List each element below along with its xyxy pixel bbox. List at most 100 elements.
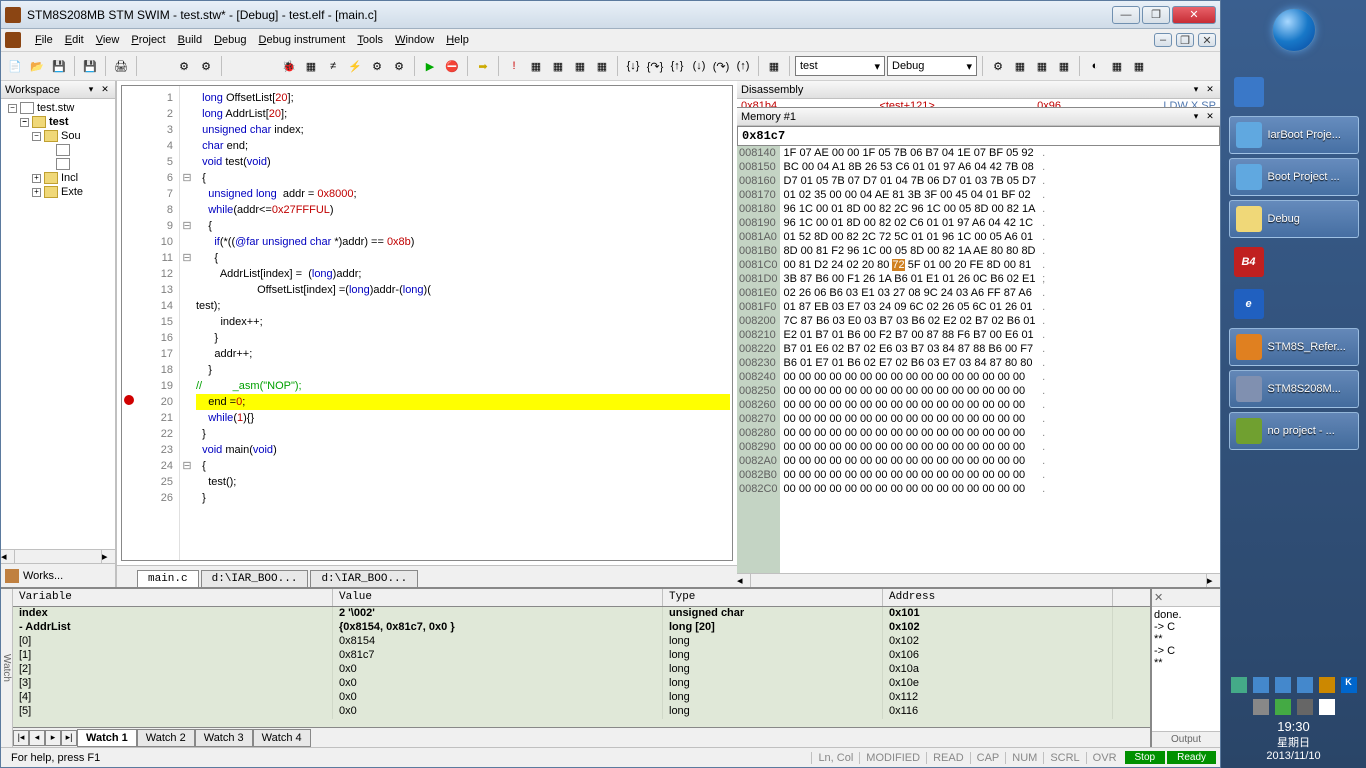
watch-header[interactable]: Value	[333, 589, 663, 606]
run-button[interactable]: ▶	[420, 56, 440, 76]
menu-build[interactable]: Build	[172, 32, 208, 48]
tray-icon[interactable]	[1319, 699, 1335, 715]
code-editor[interactable]: 1234567891011121314151617181920212223242…	[121, 85, 733, 561]
output-close-icon[interactable]: ✕	[1154, 591, 1163, 604]
panel-dropdown-icon[interactable]: ▾	[85, 84, 97, 96]
tray-icon[interactable]	[1297, 677, 1313, 693]
workspace-tab[interactable]: Works...	[1, 563, 115, 587]
new-button[interactable]: 📄	[5, 56, 25, 76]
tree-item[interactable]	[3, 143, 113, 157]
scroll-left-icon[interactable]: ◂	[737, 574, 751, 587]
menu-debug-instrument[interactable]: Debug instrument	[253, 32, 352, 48]
step-over-button[interactable]: {↷}	[645, 56, 665, 76]
tray-icon[interactable]	[1231, 677, 1247, 693]
rebuild-button[interactable]: ⚙	[196, 56, 216, 76]
taskbar-item[interactable]: STM8S_Refer...	[1229, 328, 1359, 366]
tree-item[interactable]: −test	[3, 115, 113, 129]
editor-tab[interactable]: d:\IAR_BOO...	[310, 570, 418, 587]
tb-btn-11[interactable]: ⚙	[988, 56, 1008, 76]
clock-date[interactable]: 2013/11/10	[1227, 750, 1360, 762]
tb-btn-7[interactable]: ▦	[548, 56, 568, 76]
watch-header[interactable]: Address	[883, 589, 1113, 606]
taskbar-item[interactable]: IarBoot Proje...	[1229, 116, 1359, 154]
close-button[interactable]: ✕	[1172, 6, 1216, 24]
watch-row[interactable]: [1]0x81c7long0x106	[13, 649, 1150, 663]
taskbar-item[interactable]	[1229, 74, 1269, 110]
tb-btn-1[interactable]: ▦	[301, 56, 321, 76]
tb-btn-13[interactable]: ▦	[1032, 56, 1052, 76]
bp-button[interactable]: !	[504, 56, 524, 76]
continue-button[interactable]: ➡	[473, 56, 493, 76]
tb-btn-9[interactable]: ▦	[592, 56, 612, 76]
taskbar-item[interactable]: Debug	[1229, 200, 1359, 238]
tb-btn-8[interactable]: ▦	[570, 56, 590, 76]
tray-icon[interactable]	[1319, 677, 1335, 693]
menu-file[interactable]: File	[29, 32, 59, 48]
start-orb[interactable]	[1272, 8, 1316, 52]
taskbar-item[interactable]: e	[1229, 286, 1269, 322]
menu-tools[interactable]: Tools	[351, 32, 389, 48]
clock-day[interactable]: 星期日	[1227, 734, 1360, 750]
saveall-button[interactable]: 💾	[80, 56, 100, 76]
watch-row[interactable]: [2]0x0long0x10a	[13, 663, 1150, 677]
watch-row[interactable]: [3]0x0long0x10e	[13, 677, 1150, 691]
save-button[interactable]: 💾	[49, 56, 69, 76]
watch-handle[interactable]: Watch	[1, 589, 13, 747]
tray-icon[interactable]	[1297, 699, 1313, 715]
build-button[interactable]: ⚙	[174, 56, 194, 76]
status-stop-button[interactable]: Stop	[1125, 751, 1166, 764]
watch-nav-prev-icon[interactable]: ◂	[29, 730, 45, 746]
step-asm-over-button[interactable]: (↷)	[711, 56, 731, 76]
workspace-tree[interactable]: −test.stw−test−Sou+Incl+Exte	[1, 99, 115, 549]
menu-view[interactable]: View	[90, 32, 126, 48]
watch-nav-first-icon[interactable]: |◂	[13, 730, 29, 746]
menu-debug[interactable]: Debug	[208, 32, 252, 48]
taskbar-item[interactable]: B4	[1229, 244, 1269, 280]
step-into-button[interactable]: {↓}	[623, 56, 643, 76]
watch-tab[interactable]: Watch 3	[195, 729, 253, 747]
watch-nav-next-icon[interactable]: ▸	[45, 730, 61, 746]
step-out-button[interactable]: {↑}	[667, 56, 687, 76]
tb-btn-6[interactable]: ▦	[526, 56, 546, 76]
mdi-close-button[interactable]: ✕	[1198, 33, 1216, 47]
panel-close-icon[interactable]: ✕	[99, 84, 111, 96]
editor-tab[interactable]: d:\IAR_BOO...	[201, 570, 309, 587]
tb-btn-14[interactable]: ▦	[1054, 56, 1074, 76]
scroll-right-icon[interactable]: ▸	[1206, 574, 1220, 587]
maximize-button[interactable]: ❐	[1142, 6, 1170, 24]
mdi-minimize-button[interactable]: –	[1154, 33, 1172, 47]
tb-btn-5[interactable]: ⚙	[389, 56, 409, 76]
tree-item[interactable]: +Incl	[3, 171, 113, 185]
tb-btn-17[interactable]: ▦	[1129, 56, 1149, 76]
step-asm-into-button[interactable]: (↓)	[689, 56, 709, 76]
tray-icon[interactable]	[1275, 699, 1291, 715]
tb-btn-4[interactable]: ⚙	[367, 56, 387, 76]
panel-close-icon[interactable]: ✕	[1204, 84, 1216, 96]
tray-icon[interactable]	[1253, 699, 1269, 715]
menu-help[interactable]: Help	[440, 32, 475, 48]
editor-tab[interactable]: main.c	[137, 570, 199, 587]
scroll-left-icon[interactable]: ◂	[1, 550, 15, 563]
watch-row[interactable]: [5]0x0long0x116	[13, 705, 1150, 719]
memory-header[interactable]: Memory #1 ▾ ✕	[737, 108, 1220, 126]
tree-item[interactable]: −Sou	[3, 129, 113, 143]
tree-item[interactable]: −test.stw	[3, 101, 113, 115]
memory-view[interactable]: 0081400081500081600081700081800081900081…	[737, 146, 1220, 573]
menu-project[interactable]: Project	[125, 32, 171, 48]
tb-btn-12[interactable]: ▦	[1010, 56, 1030, 76]
tray-icon[interactable]	[1275, 677, 1291, 693]
watch-header[interactable]: Type	[663, 589, 883, 606]
status-ready-button[interactable]: Ready	[1167, 751, 1216, 764]
print-button[interactable]: 🖨	[111, 56, 131, 76]
tb-btn-15[interactable]: ◐	[1085, 56, 1105, 76]
system-tray[interactable]: K 19:30 星期日 2013/11/10	[1221, 671, 1366, 768]
watch-row[interactable]: [0]0x8154long0x102	[13, 635, 1150, 649]
taskbar-item[interactable]: STM8S208M...	[1229, 370, 1359, 408]
watch-tab[interactable]: Watch 4	[253, 729, 311, 747]
target-combo[interactable]: test▾	[795, 56, 885, 76]
clock-time[interactable]: 19:30	[1227, 719, 1360, 734]
menu-edit[interactable]: Edit	[59, 32, 90, 48]
watch-nav-last-icon[interactable]: ▸|	[61, 730, 77, 746]
watch-header[interactable]: Variable	[13, 589, 333, 606]
disasm-header[interactable]: Disassembly ▾ ✕	[737, 81, 1220, 99]
